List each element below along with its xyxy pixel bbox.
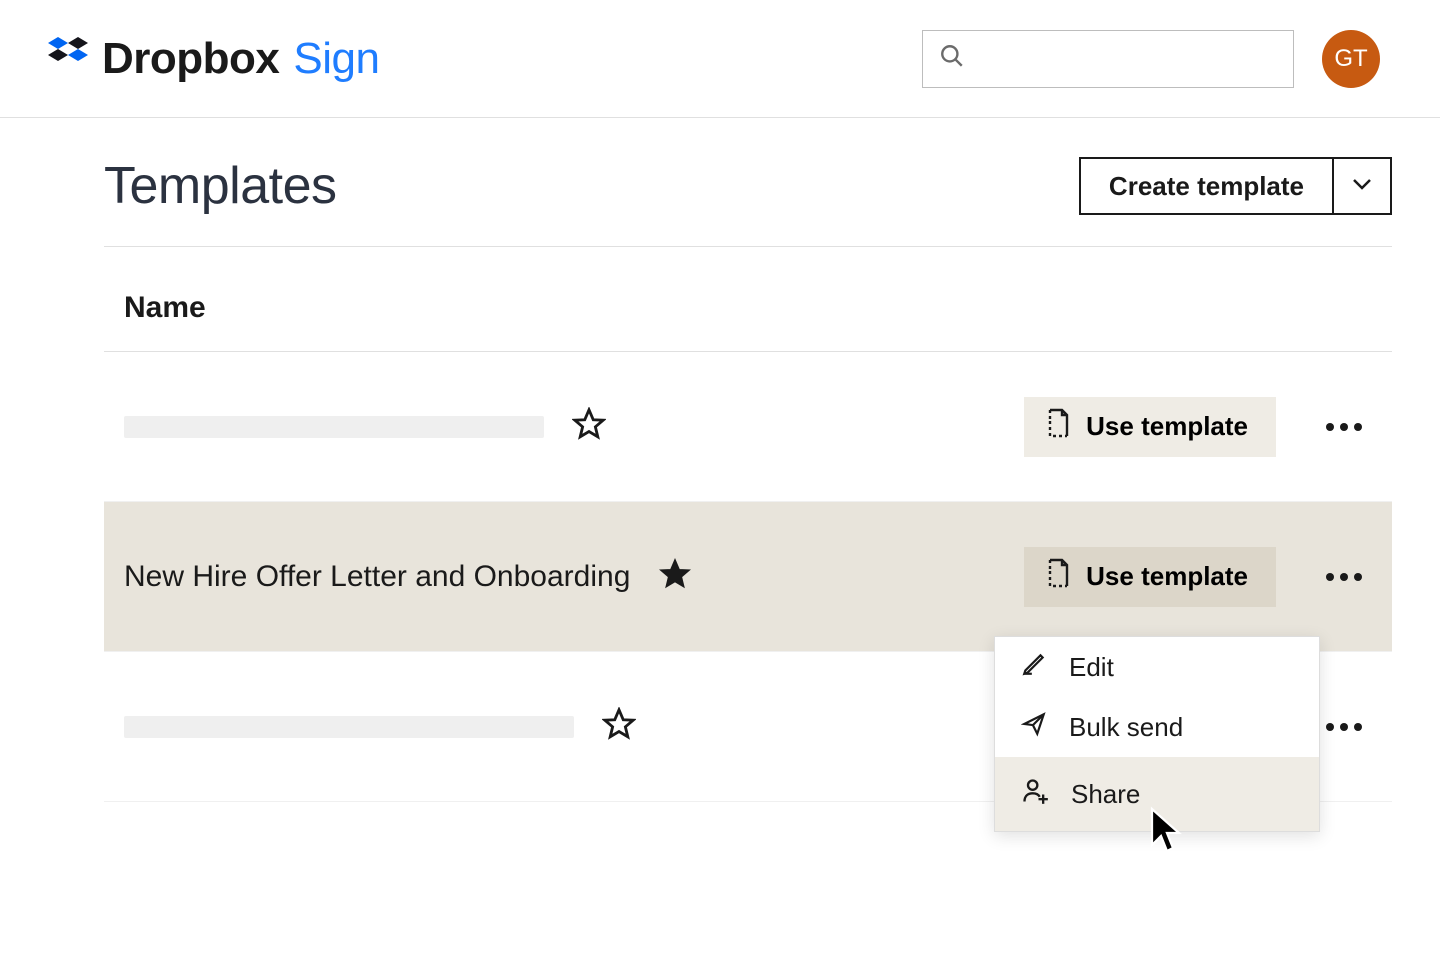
star-filled-icon bbox=[658, 557, 692, 596]
star-toggle[interactable] bbox=[602, 707, 636, 746]
dropbox-logo-icon bbox=[48, 37, 88, 80]
table-row: New Hire Offer Letter and Onboarding bbox=[104, 502, 1392, 652]
search-icon bbox=[939, 43, 965, 74]
menu-label: Share bbox=[1071, 779, 1140, 810]
header: Dropbox Sign GT bbox=[0, 0, 1440, 118]
brand-main: Dropbox bbox=[102, 34, 279, 84]
star-outline-icon bbox=[602, 707, 636, 746]
edit-icon bbox=[1021, 651, 1047, 684]
star-toggle[interactable] bbox=[572, 407, 606, 446]
star-toggle[interactable] bbox=[658, 557, 692, 596]
row-name[interactable]: New Hire Offer Letter and Onboarding bbox=[124, 560, 630, 594]
use-template-button[interactable]: Use template bbox=[1024, 547, 1276, 607]
brand-sub: Sign bbox=[293, 34, 379, 84]
row-name-placeholder bbox=[124, 416, 544, 438]
use-template-label: Use template bbox=[1086, 411, 1248, 442]
document-icon bbox=[1046, 558, 1070, 595]
more-actions-button[interactable] bbox=[1316, 413, 1372, 441]
share-icon bbox=[1021, 777, 1049, 812]
star-outline-icon bbox=[572, 407, 606, 446]
avatar[interactable]: GT bbox=[1322, 30, 1380, 88]
page-title: Templates bbox=[104, 156, 337, 216]
avatar-initials: GT bbox=[1334, 45, 1367, 73]
menu-label: Bulk send bbox=[1069, 712, 1183, 743]
row-name-placeholder bbox=[124, 716, 574, 738]
menu-item-share[interactable]: Share bbox=[995, 757, 1319, 831]
logo[interactable]: Dropbox Sign bbox=[48, 34, 379, 84]
menu-item-bulk-send[interactable]: Bulk send bbox=[995, 697, 1319, 757]
document-icon bbox=[1046, 408, 1070, 445]
menu-label: Edit bbox=[1069, 652, 1114, 683]
column-header-name: Name bbox=[104, 247, 1392, 352]
more-actions-button[interactable] bbox=[1316, 563, 1372, 591]
use-template-label: Use template bbox=[1086, 561, 1248, 592]
chevron-down-icon bbox=[1352, 177, 1372, 195]
send-icon bbox=[1021, 711, 1047, 744]
more-actions-button[interactable] bbox=[1316, 713, 1372, 741]
menu-item-edit[interactable]: Edit bbox=[995, 637, 1319, 697]
search-input[interactable] bbox=[922, 30, 1294, 88]
create-template-dropdown[interactable] bbox=[1334, 157, 1392, 215]
row-actions-menu: Edit Bulk send Share bbox=[994, 636, 1320, 832]
use-template-button[interactable]: Use template bbox=[1024, 397, 1276, 457]
table-row: Use template bbox=[104, 352, 1392, 502]
create-template-button[interactable]: Create template bbox=[1079, 157, 1334, 215]
